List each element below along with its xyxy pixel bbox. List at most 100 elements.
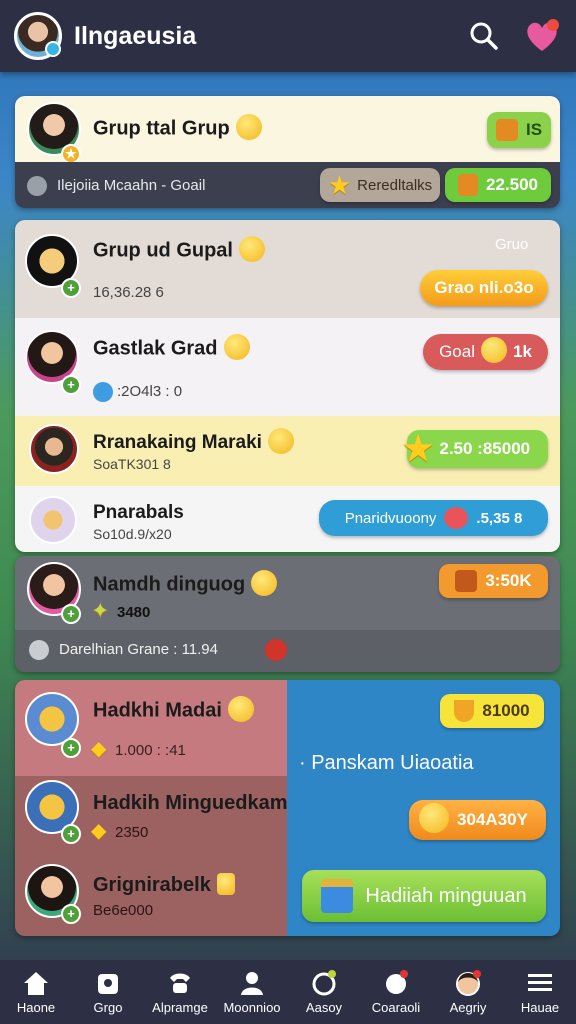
reward-button[interactable]: ★ 2.50 :85000 [403,430,548,468]
panel-title-text: Panskam Uiaoatia [311,752,474,774]
group-stats: :2O4l3 : 0 [117,383,183,400]
search-button[interactable] [464,16,504,56]
group-footer-text: Darelhian Grane : 11.94 [59,641,218,658]
nav-coins[interactable]: Aasoy [288,960,360,1024]
group-name: Namdh dinguog [93,570,278,598]
group-stats: So10d.9/x20 [93,526,172,542]
avatar-badge: ★ [61,144,81,164]
group-list-card: + Grup ud Gupal 16,36.28 6 Gruo Grao nli… [15,220,560,552]
group-stats: 16,36.28 6 [93,284,164,301]
nav-group[interactable]: Grgo [72,960,144,1024]
nav-profile[interactable]: Moonnioo [216,960,288,1024]
coin-icon [481,337,507,363]
menu-icon [528,973,552,991]
group-name-text: Grup ttal Grup [93,117,230,140]
nav-label: Aasoy [305,999,343,1015]
gift-icon [458,174,478,196]
star-icon: ✦ [91,598,110,623]
group-name: Grignirabelk [93,872,235,897]
search-icon [470,22,498,50]
coin-icon [419,803,450,833]
add-badge: + [61,604,81,624]
corner-label-text: Gruo [495,236,529,253]
nav-menu[interactable]: Hauae [504,960,576,1024]
goal-label: Goal [439,342,475,361]
link-icon [27,176,47,196]
add-badge: + [61,904,81,924]
phone-icon [170,973,190,993]
nav-label: Haone [16,999,56,1015]
favorites-button[interactable] [522,16,562,56]
link-icon [29,640,49,660]
emoji-icon [267,428,294,454]
rewards-button[interactable]: ★ Reredltalks [320,168,440,202]
gift-icon [321,879,354,913]
corner-label: Gruo [495,236,528,253]
group-stats: SoaTK301 8 [93,456,171,472]
group-name-text: Grignirabelk [93,874,211,896]
nav-label: Hauae [520,999,560,1015]
group-card-3[interactable]: + Namdh dinguog ✦ 3480 3:50K Darelhian G… [15,556,560,672]
add-badge: + [61,278,81,298]
share-icon [93,382,113,402]
flame-icon [265,639,287,661]
coins-button[interactable]: 81000 [440,694,544,728]
add-badge: + [61,738,81,758]
coins-value: 22.500 [486,175,538,194]
badge-pill[interactable]: IS [487,112,551,148]
group-name-text: Gastlak Grad [93,337,218,360]
rewards-label: Reredltalks [357,176,433,194]
prediction-button[interactable]: Pnaridvuoony .5,35 8 [319,500,548,536]
emoji-icon [239,236,265,262]
group-name-text: Namdh dinguog [93,573,246,596]
star-icon: ◆ [91,738,107,760]
coin-icon [312,969,336,995]
emoji-icon [251,570,278,596]
group-footer-text: Ilejoiia Mcaahn - Goail [57,177,206,194]
emoji-icon [227,696,254,722]
group-name: Gastlak Grad [93,334,250,362]
group-name: Hadkih Minguedkam [93,792,288,814]
bottom-nav: Haone Grgo Alpramge Moonnioo Aasoy Coara… [0,960,576,1024]
group-name: Grup ud Gupal [93,236,265,264]
coins-button[interactable]: 22.500 [445,168,551,202]
nav-account[interactable]: Aegriy [432,960,504,1024]
nav-label: Grgo [93,999,123,1015]
coins-value: 81000 [482,701,530,720]
home-icon [24,971,48,995]
star-icon: ★ [327,169,352,200]
join-button[interactable]: Grao nli.o3o [420,270,548,306]
gift-icon [495,119,518,141]
profile-avatar[interactable] [14,12,62,60]
group-name: Hadkhi Madai [93,696,254,724]
nav-gifts[interactable]: Coaraoli [360,960,432,1024]
daily-gift-button[interactable]: Hadiiah minguuan [302,870,546,922]
heart-icon [527,19,559,51]
prediction-label: Pnaridvuoony [344,509,437,527]
goal-value: 1k [513,342,532,361]
nav-label: Alpramge [152,999,208,1015]
badge-value: IS [525,120,543,139]
app-title: Ilngaeusia [74,21,197,50]
group-avatar [29,496,77,544]
group-name: Rranakaing Maraki [93,428,294,456]
nav-home[interactable]: Haone [0,960,72,1024]
goal-button[interactable]: Goal 1k [423,334,548,370]
group-card-1[interactable]: ★ Grup ttal Grup IS Ilejoiia Mcaahn - Go… [15,96,560,208]
group-card-4: + Hadkhi Madai ◆ 1.000 : :41 + Hadkih Mi… [15,680,560,936]
add-badge: + [61,824,81,844]
status-dot [45,41,61,57]
group-stats: 3480 [117,604,151,621]
reward-button[interactable]: 3:50K [439,564,548,598]
nav-phone[interactable]: Alpramge [144,960,216,1024]
group-name-text: Rranakaing Maraki [93,432,262,454]
group-name: Grup ttal Grup [93,114,262,142]
top-bar: Ilngaeusia [0,0,576,72]
claim-coins-button[interactable]: 304A30Y [409,800,546,840]
cup-icon [454,700,475,722]
group-stats: Be6e000 [93,902,154,919]
claim-coins-value: 304A30Y [457,810,528,829]
emoji-icon [235,114,262,140]
group-name-text: Grup ud Gupal [93,239,233,262]
add-badge: + [61,375,81,395]
